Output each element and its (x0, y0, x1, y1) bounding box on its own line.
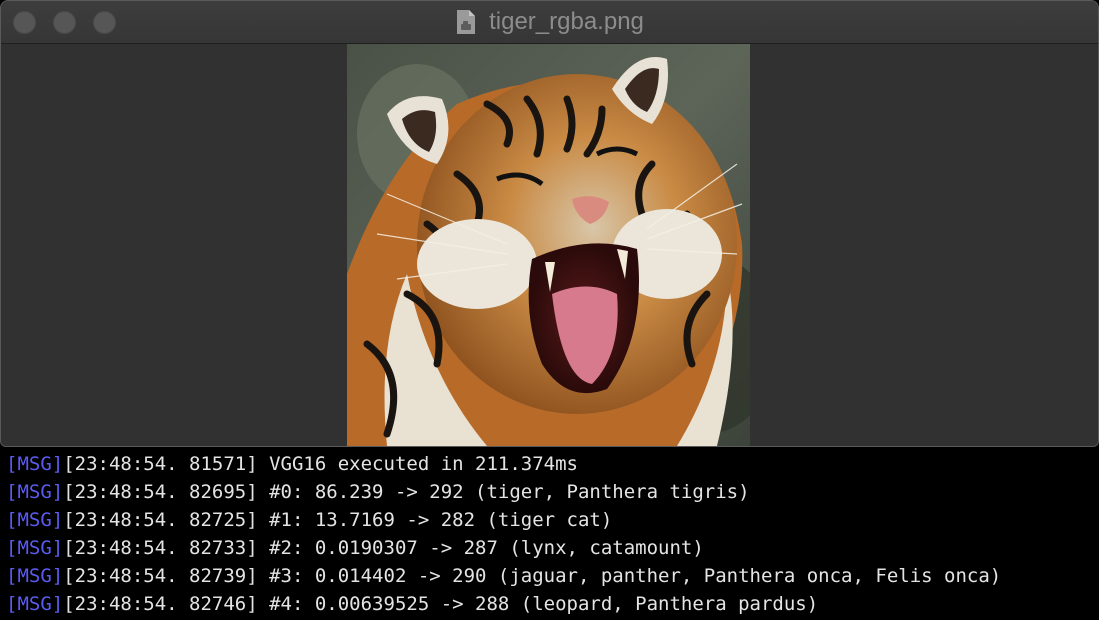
log-level-tag: [MSG] (6, 509, 64, 531)
console-line: [MSG][23:48:54. 82725] #1: 13.7169 -> 28… (6, 506, 1099, 534)
log-message: #3: 0.014402 -> 290 (jaguar, panther, Pa… (257, 565, 1002, 587)
log-message: VGG16 executed in 211.374ms (257, 453, 578, 475)
log-message: #0: 86.239 -> 292 (tiger, Panthera tigri… (257, 481, 750, 503)
image-viewer-window: tiger_rgba.png (0, 0, 1099, 447)
log-message: #4: 0.00639525 -> 288 (leopard, Panthera… (257, 593, 819, 615)
log-timestamp: [23:48:54. 82725] (63, 509, 258, 531)
console-line: [MSG][23:48:54. 82695] #0: 86.239 -> 292… (6, 478, 1099, 506)
window-title: tiger_rgba.png (489, 8, 644, 35)
log-timestamp: [23:48:54. 82746] (63, 593, 258, 615)
log-timestamp: [23:48:54. 81571] (63, 453, 258, 475)
log-message: #1: 13.7169 -> 282 (tiger cat) (257, 509, 613, 531)
document-icon (457, 10, 476, 34)
console-line: [MSG][23:48:54. 82733] #2: 0.0190307 -> … (6, 534, 1099, 562)
log-timestamp: [23:48:54. 82733] (63, 537, 258, 559)
log-level-tag: [MSG] (6, 593, 64, 615)
console-line: [MSG][23:48:54. 82746] #4: 0.00639525 ->… (6, 590, 1099, 618)
log-level-tag: [MSG] (6, 537, 64, 559)
log-level-tag: [MSG] (6, 453, 64, 475)
log-message: #2: 0.0190307 -> 287 (lynx, catamount) (257, 537, 704, 559)
image-canvas (1, 44, 1098, 446)
tiger-image (347, 44, 750, 446)
console-output: [MSG][23:48:54. 81571] VGG16 executed in… (0, 448, 1099, 620)
console-line: [MSG][23:48:54. 82739] #3: 0.014402 -> 2… (6, 562, 1099, 590)
log-timestamp: [23:48:54. 82695] (63, 481, 258, 503)
title-bar[interactable]: tiger_rgba.png (1, 1, 1098, 44)
console-line: [MSG][23:48:54. 81571] VGG16 executed in… (6, 450, 1099, 478)
log-level-tag: [MSG] (6, 565, 64, 587)
log-level-tag: [MSG] (6, 481, 64, 503)
log-timestamp: [23:48:54. 82739] (63, 565, 258, 587)
window-title-container: tiger_rgba.png (1, 1, 1098, 43)
